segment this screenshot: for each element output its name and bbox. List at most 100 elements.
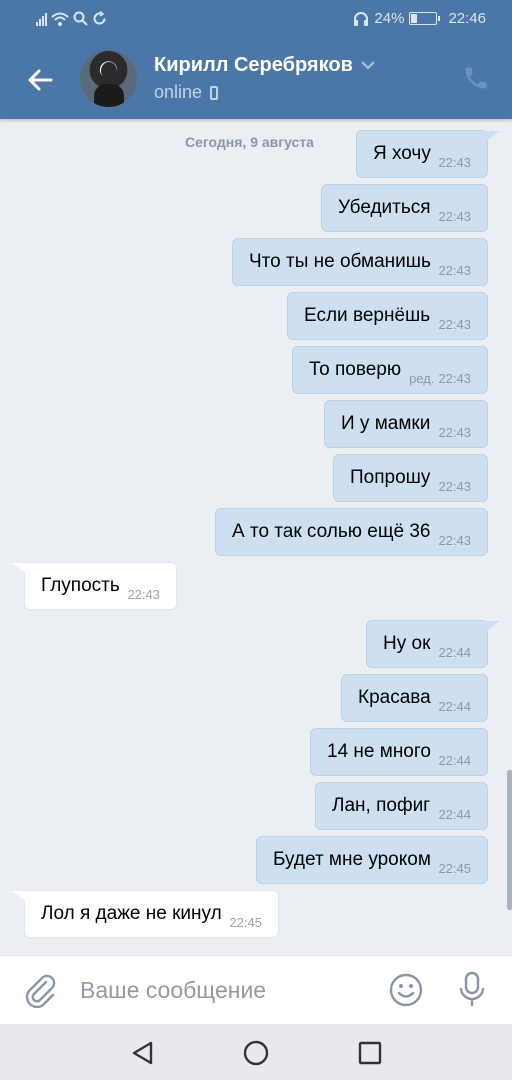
message-meta: 22:45 [438, 861, 471, 876]
nav-recents-button[interactable] [355, 1038, 385, 1068]
outgoing-message[interactable]: Красава 22:44 [341, 674, 488, 722]
contact-status: online [154, 82, 219, 103]
message-input[interactable] [80, 970, 370, 1010]
bubble-tail [484, 131, 500, 143]
square-recents-icon [358, 1041, 382, 1065]
message-time: 22:45 [229, 915, 262, 930]
outgoing-message[interactable]: Убедиться 22:43 [321, 184, 488, 232]
status-icons-right: 24% 22:46 [353, 10, 486, 27]
microphone-icon [459, 971, 485, 1006]
message-text: Глупость [41, 575, 120, 596]
outgoing-message[interactable]: Я хочу 22:43 [356, 130, 488, 178]
incoming-message[interactable]: Глупость 22:43 [24, 562, 177, 610]
status-bar: 24% 22:46 [0, 0, 512, 40]
message-text: Если вернёшь [304, 305, 431, 326]
message-time: 22:43 [127, 587, 160, 602]
date-separator: Сегодня, 9 августа [185, 134, 314, 150]
battery-percent: 24% [374, 10, 405, 27]
wifi-icon [51, 12, 69, 26]
message-text: Убедиться [338, 197, 431, 218]
message-meta: 22:44 [438, 645, 471, 660]
message-time: 22:44 [438, 699, 471, 714]
message-meta: 22:43 [438, 263, 471, 278]
bubble-tail [484, 621, 500, 633]
bubble-tail [12, 563, 28, 575]
message-text: Красава [358, 687, 431, 708]
message-meta: 22:43 [438, 425, 471, 440]
phone-icon [465, 67, 487, 89]
message-time: 22:43 [438, 533, 471, 548]
chat-header: Кирилл Серебряков online [0, 40, 512, 119]
outgoing-message[interactable]: А то так солью ещё 36 22:43 [215, 508, 488, 556]
message-time: 22:45 [438, 861, 471, 876]
message-time: 22:43 [438, 371, 471, 386]
outgoing-message[interactable]: И у мамки 22:43 [324, 400, 488, 448]
triangle-back-icon [132, 1041, 153, 1065]
message-time: 22:43 [438, 155, 471, 170]
system-nav-bar [0, 1024, 512, 1080]
message-time: 22:44 [438, 645, 471, 660]
outgoing-message[interactable]: Что ты не обманишь 22:43 [232, 238, 488, 286]
message-text: И у мамки [341, 413, 431, 434]
message-text: А то так солью ещё 36 [232, 521, 431, 542]
status-icons-left [36, 11, 107, 26]
outgoing-message[interactable]: Если вернёшь 22:43 [287, 292, 488, 340]
outgoing-message[interactable]: То поверю ред. 22:43 [292, 346, 488, 394]
message-meta: 22:44 [438, 753, 471, 768]
status-time: 22:46 [448, 10, 486, 27]
message-meta: ред. 22:43 [409, 371, 471, 386]
status-text: online [154, 82, 203, 102]
voice-message-button[interactable] [454, 970, 490, 1010]
edited-label: ред. [409, 371, 435, 386]
message-time: 22:43 [438, 317, 471, 332]
message-text: Будет мне уроком [273, 849, 431, 870]
message-time: 22:43 [438, 263, 471, 278]
message-meta: 22:43 [127, 587, 160, 602]
outgoing-message[interactable]: Лан, пофиг 22:44 [315, 782, 488, 830]
outgoing-message[interactable]: 14 не много 22:44 [310, 728, 488, 776]
nav-back-button[interactable] [128, 1038, 158, 1068]
call-button[interactable] [462, 64, 492, 94]
outgoing-message[interactable]: Ну ок 22:44 [366, 620, 488, 668]
message-text: Лан, пофиг [332, 795, 431, 816]
mobile-icon [210, 85, 219, 100]
signal-icon [36, 12, 47, 26]
paperclip-icon [25, 974, 56, 1009]
avatar[interactable] [80, 50, 137, 107]
message-meta: 22:43 [438, 317, 471, 332]
message-text: 14 не много [327, 741, 431, 762]
message-text: Я хочу [373, 143, 431, 164]
incoming-message[interactable]: Лол я даже не кинул 22:45 [24, 890, 279, 938]
message-meta: 22:43 [438, 533, 471, 548]
message-meta: 22:44 [438, 699, 471, 714]
bubble-tail [12, 891, 28, 903]
attach-button[interactable] [22, 972, 58, 1009]
nav-home-button[interactable] [241, 1038, 271, 1068]
back-button[interactable] [20, 60, 60, 100]
message-time: 22:43 [438, 209, 471, 224]
smiley-icon [389, 973, 423, 1007]
message-text: Лол я даже не кинул [41, 903, 222, 924]
message-meta: 22:45 [229, 915, 262, 930]
message-time: 22:44 [438, 753, 471, 768]
outgoing-message[interactable]: Попрошу 22:43 [333, 454, 488, 502]
battery-level [411, 14, 418, 23]
message-meta: 22:43 [438, 155, 471, 170]
outgoing-message[interactable]: Будет мне уроком 22:45 [256, 836, 488, 884]
headphones-icon [354, 11, 369, 26]
circle-home-icon [243, 1040, 269, 1066]
emoji-button[interactable] [388, 972, 424, 1008]
contact-name-text: Кирилл Серебряков [154, 54, 353, 76]
message-text: Ну ок [383, 633, 431, 654]
message-meta: 22:43 [438, 479, 471, 494]
message-time: 22:44 [438, 807, 471, 822]
contact-name[interactable]: Кирилл Серебряков [154, 54, 375, 77]
message-text: То поверю [309, 359, 402, 380]
battery-icon [409, 12, 441, 25]
search-icon [73, 11, 88, 26]
message-text: Что ты не обманишь [249, 251, 431, 272]
message-composer [0, 955, 512, 1024]
message-text: Попрошу [350, 467, 431, 488]
scrollbar[interactable] [507, 770, 512, 910]
chevron-down-icon [361, 61, 375, 70]
